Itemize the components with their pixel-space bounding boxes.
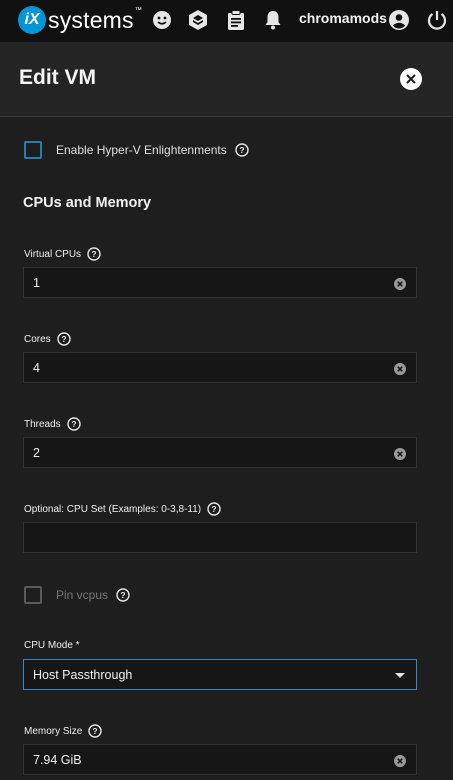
svg-text:?: ? [212,504,217,514]
dialog-header: Edit VM [0,42,453,117]
help-icon[interactable]: ? [235,143,249,157]
hyperv-checkbox[interactable] [24,141,42,159]
cpuset-label: Optional: CPU Set (Examples: 0-3,8-11) ? [24,502,221,516]
help-icon[interactable]: ? [87,247,101,261]
clear-icon[interactable] [394,447,406,465]
power-icon[interactable] [425,8,449,32]
username[interactable]: chromamods [299,10,387,26]
svg-text:?: ? [71,419,76,429]
clear-icon[interactable] [394,362,406,380]
svg-text:?: ? [93,726,98,736]
help-icon[interactable]: ? [116,588,130,602]
notifications-bell-icon[interactable] [261,8,285,32]
logo-mark: iX [18,6,46,34]
cpu-mode-value: Host Passthrough [33,667,133,682]
threads-label: Threads ? [24,417,81,431]
ixsystems-logo[interactable]: iX systems™ [18,5,142,35]
task-manager-clipboard-icon[interactable] [224,8,248,32]
clear-icon[interactable] [394,277,406,295]
account-circle-icon[interactable] [387,8,411,32]
pin-vcpus-label: Pin vcpus [56,588,109,602]
close-button[interactable] [400,68,422,90]
cores-input[interactable]: 4 [23,352,417,383]
svg-text:?: ? [120,590,125,600]
threads-input[interactable]: 2 [23,437,417,468]
help-icon[interactable]: ? [88,724,103,738]
memory-size-label: Memory Size ? [24,724,103,738]
vcpus-input[interactable]: 1 [23,267,417,298]
cpu-mode-label: CPU Mode * [24,640,80,651]
truecommand-icon[interactable] [186,8,210,32]
memory-size-input[interactable]: 7.94 GiB [23,744,417,775]
cores-label: Cores ? [24,332,71,346]
threads-value: 2 [33,445,40,460]
memory-size-value: 7.94 GiB [33,752,82,767]
pin-vcpus-checkbox[interactable] [24,586,42,604]
clear-icon[interactable] [394,754,406,772]
vcpus-label: Virtual CPUs ? [24,247,101,261]
pin-vcpus-row: Pin vcpus ? [24,586,130,604]
close-icon [406,74,416,84]
dropdown-arrow-icon [395,673,405,678]
vcpus-value: 1 [33,275,40,290]
svg-text:?: ? [61,334,66,344]
feedback-smiley-icon[interactable] [150,8,174,32]
help-icon[interactable]: ? [56,332,71,346]
help-icon[interactable]: ? [66,417,81,431]
page-title: Edit VM [19,66,96,89]
hyperv-checkbox-row[interactable]: Enable Hyper-V Enlightenments ? [24,141,249,159]
section-title: CPUs and Memory [23,195,152,211]
svg-text:?: ? [239,145,244,155]
cores-value: 4 [33,360,40,375]
cpuset-input[interactable] [23,522,417,553]
logo-text: systems™ [48,6,142,33]
svg-text:?: ? [91,249,96,259]
help-icon[interactable]: ? [207,502,221,516]
hyperv-label: Enable Hyper-V Enlightenments [56,143,227,157]
top-bar: iX systems™ chromamods [0,0,453,42]
cpu-mode-select[interactable]: Host Passthrough [23,659,417,690]
